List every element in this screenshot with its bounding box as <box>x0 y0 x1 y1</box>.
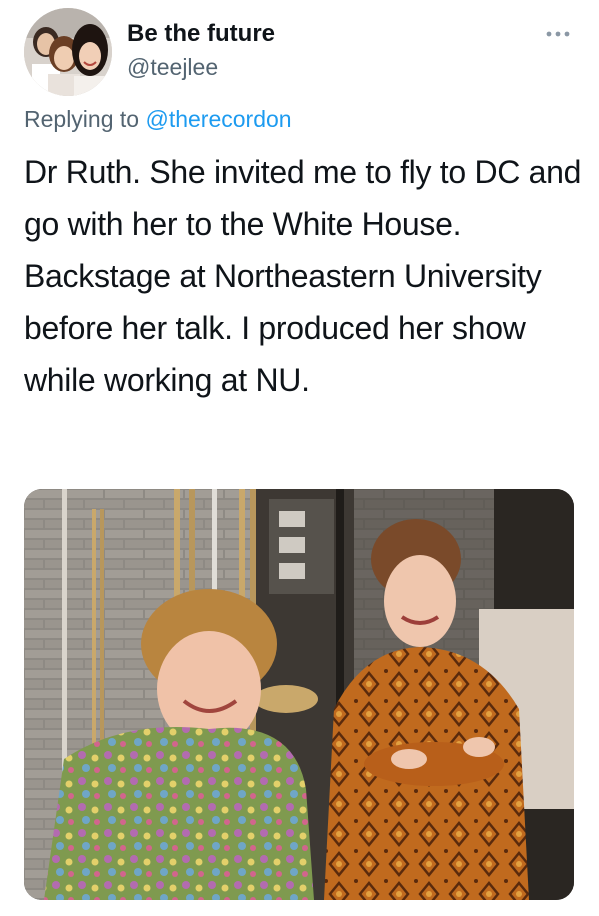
tweet: Be the future @teejlee Replying to @ther… <box>0 0 599 916</box>
avatar-photo-icon <box>24 8 112 96</box>
replying-to-line: Replying to @therecordon <box>24 106 292 133</box>
tweet-text: Dr Ruth. She invited me to fly to DC and… <box>24 154 582 398</box>
replying-to-label: Replying to <box>24 106 140 132</box>
author-display-name[interactable]: Be the future <box>127 20 275 48</box>
reply-mention-link[interactable]: @therecordon <box>145 106 291 132</box>
more-horizontal-icon <box>546 31 570 37</box>
author-handle[interactable]: @teejlee <box>127 54 218 81</box>
photo-image <box>24 489 574 900</box>
tweet-photo[interactable] <box>24 489 574 900</box>
more-options-button[interactable] <box>542 24 574 44</box>
author-avatar[interactable] <box>24 8 112 96</box>
